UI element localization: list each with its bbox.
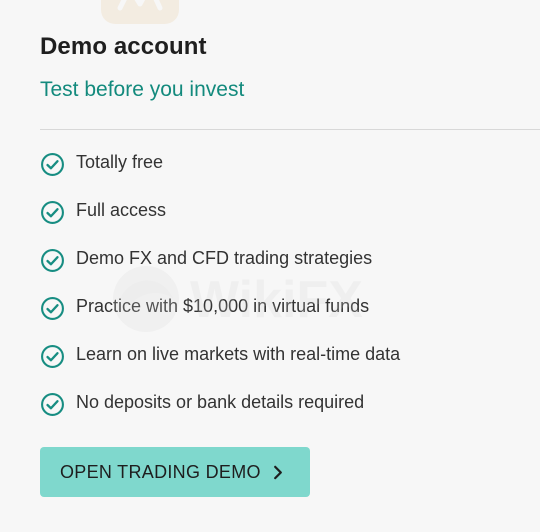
feature-item: Full access [40,196,400,244]
check-circle-icon [41,345,64,368]
check-circle-icon [41,153,64,176]
feature-item: No deposits or bank details required [40,388,400,436]
watermark-logo-icon [101,0,179,24]
feature-text: Totally free [76,152,164,172]
divider [40,129,540,130]
feature-item: Practice with $10,000 in virtual funds [40,292,400,340]
feature-text: Practice with $10,000 in virtual funds [76,296,370,316]
button-label: OPEN TRADING DEMO [60,461,261,482]
card-title: Demo account [40,33,207,60]
check-circle-icon [41,297,64,320]
feature-text: No deposits or bank details required [76,392,365,412]
check-circle-icon [41,249,64,272]
feature-item: Totally free [40,148,400,196]
feature-text: Full access [76,200,167,220]
feature-item: Learn on live markets with real-time dat… [40,340,400,388]
feature-text: Learn on live markets with real-time dat… [76,344,401,364]
feature-list: Totally free Full access Demo FX and CFD… [40,148,400,436]
open-trading-demo-button[interactable]: OPEN TRADING DEMO [40,447,310,497]
card-subtitle: Test before you invest [40,78,245,101]
check-circle-icon [41,201,64,224]
chevron-right-icon [273,465,282,479]
demo-account-card: Demo account Test before you invest Tota… [0,0,540,532]
feature-text: Demo FX and CFD trading strategies [76,248,373,268]
feature-item: Demo FX and CFD trading strategies [40,244,400,292]
check-circle-icon [41,393,64,416]
